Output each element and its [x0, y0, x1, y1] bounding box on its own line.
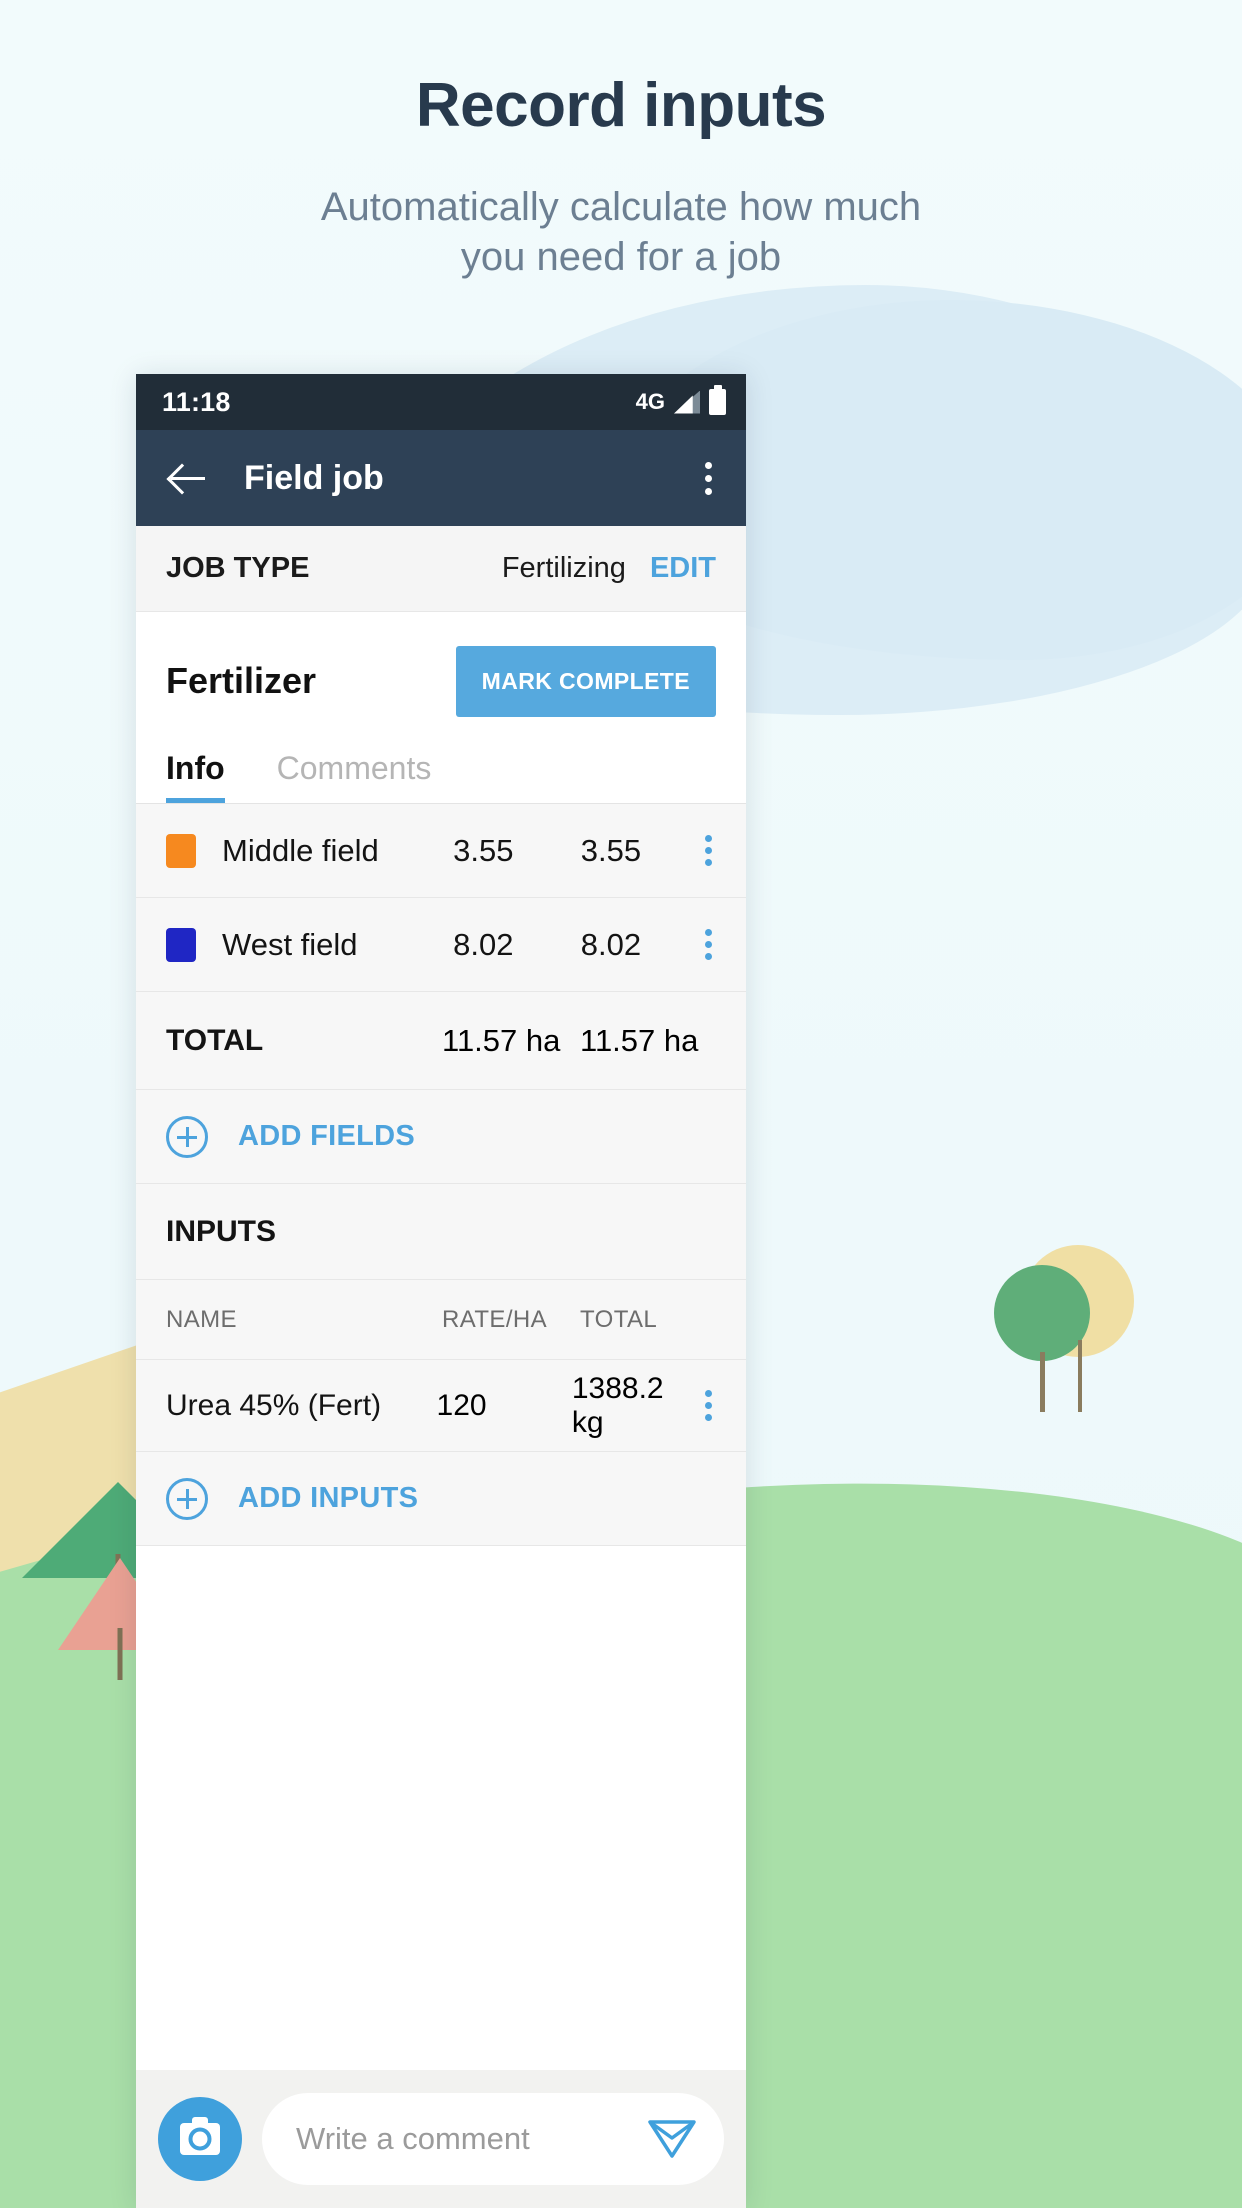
- add-fields-button[interactable]: ADD FIELDS: [136, 1090, 746, 1184]
- tree-trunk: [1040, 1352, 1045, 1412]
- field-color-swatch: [166, 927, 196, 962]
- signal-bars-icon: [674, 390, 700, 414]
- column-header-rate: RATE/HA: [442, 1305, 548, 1333]
- input-rate: 120: [436, 1388, 487, 1422]
- mark-complete-button[interactable]: MARK COMPLETE: [455, 645, 716, 717]
- camera-button[interactable]: [158, 2097, 242, 2181]
- inputs-column-headers: NAME RATE/HA TOTAL: [136, 1280, 746, 1360]
- job-title-block: Fertilizer MARK COMPLETE: [136, 612, 746, 724]
- camera-icon: [180, 2117, 220, 2155]
- network-type-label: 4G: [635, 389, 665, 414]
- field-name: West field: [222, 926, 358, 962]
- app-bar: Field job: [136, 430, 746, 526]
- inputs-section-label: INPUTS: [166, 1214, 277, 1248]
- add-inputs-label: ADD INPUTS: [238, 1482, 419, 1514]
- fields-total-label: TOTAL: [166, 1023, 264, 1057]
- field-worked-area: 8.02: [580, 926, 642, 962]
- table-row[interactable]: Urea 45% (Fert) 120 1388.2 kg: [136, 1360, 746, 1452]
- plus-circle-icon: [166, 1477, 208, 1520]
- plus-circle-icon: [166, 1115, 208, 1158]
- battery-full-icon: [709, 389, 726, 415]
- row-menu-icon[interactable]: [701, 923, 716, 966]
- tab-comments[interactable]: Comments: [277, 750, 432, 803]
- comment-input-placeholder: Write a comment: [296, 2121, 530, 2156]
- round-tree-icon: [994, 1265, 1090, 1361]
- inputs-section-header: INPUTS: [136, 1184, 746, 1280]
- job-type-label: JOB TYPE: [166, 552, 310, 584]
- send-icon[interactable]: [646, 2114, 698, 2165]
- column-header-name: NAME: [166, 1305, 237, 1333]
- promo-subtitle: Automatically calculate how much you nee…: [320, 185, 922, 280]
- add-inputs-button[interactable]: ADD INPUTS: [136, 1452, 746, 1546]
- status-bar: 11:18 4G: [136, 374, 746, 430]
- phone-screenshot: 11:18 4G Field job JOB TYPE Fertilizing …: [136, 374, 746, 2208]
- comment-input[interactable]: Write a comment: [262, 2093, 724, 2185]
- job-title: Fertilizer: [166, 660, 317, 701]
- input-name: Urea 45% (Fert): [166, 1388, 382, 1422]
- field-area: 3.55: [453, 832, 514, 868]
- app-bar-title: Field job: [244, 458, 384, 497]
- job-type-value: Fertilizing: [501, 552, 626, 584]
- comment-bar: Write a comment: [136, 2070, 746, 2208]
- kebab-menu-icon[interactable]: [697, 454, 720, 503]
- input-total: 1388.2 kg: [571, 1371, 664, 1439]
- fields-total-area: 11.57 ha: [442, 1022, 561, 1058]
- add-fields-label: ADD FIELDS: [238, 1120, 415, 1152]
- table-row[interactable]: Middle field 3.55 3.55: [136, 804, 746, 898]
- fields-total-worked: 11.57 ha: [580, 1022, 699, 1058]
- status-bar-time: 11:18: [162, 386, 231, 417]
- field-name: Middle field: [222, 832, 379, 868]
- row-menu-icon[interactable]: [701, 829, 716, 872]
- tab-bar: Info Comments: [136, 724, 746, 804]
- field-worked-area: 3.55: [580, 832, 642, 868]
- column-header-total: TOTAL: [580, 1305, 658, 1333]
- fields-total-row: TOTAL 11.57 ha 11.57 ha: [136, 992, 746, 1090]
- job-type-row: JOB TYPE Fertilizing EDIT: [136, 526, 746, 612]
- back-arrow-icon[interactable]: [168, 457, 210, 499]
- promo-title: Record inputs: [415, 71, 827, 140]
- field-color-swatch: [166, 833, 196, 868]
- tree-trunk: [1078, 1340, 1082, 1412]
- table-row[interactable]: West field 8.02 8.02: [136, 898, 746, 992]
- tab-info[interactable]: Info: [166, 750, 225, 803]
- row-menu-icon[interactable]: [701, 1384, 716, 1427]
- field-area: 8.02: [453, 926, 514, 962]
- job-type-edit-button[interactable]: EDIT: [650, 552, 716, 585]
